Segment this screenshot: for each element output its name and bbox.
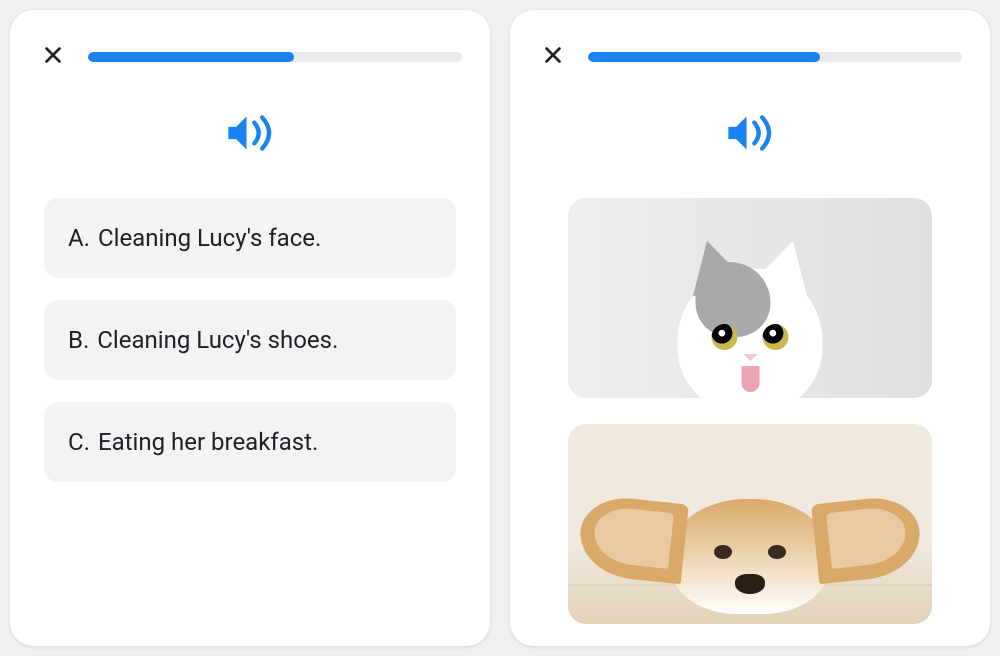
close-icon (542, 44, 564, 70)
option-b[interactable]: B. Cleaning Lucy's shoes. (44, 300, 456, 380)
speaker-icon (224, 112, 276, 158)
dog-icon (670, 499, 830, 614)
close-icon (42, 44, 64, 70)
image-option-list (538, 198, 962, 624)
card-header (38, 42, 462, 72)
progress-fill (588, 52, 820, 62)
quiz-card-image-options (510, 10, 990, 646)
close-button[interactable] (538, 42, 568, 72)
progress-bar (588, 52, 962, 62)
card-header (538, 42, 962, 72)
play-audio-button[interactable] (724, 112, 776, 158)
option-a[interactable]: A. Cleaning Lucy's face. (44, 198, 456, 278)
close-button[interactable] (38, 42, 68, 72)
image-option-cat[interactable] (568, 198, 932, 398)
option-text: Eating her breakfast. (98, 428, 318, 456)
image-option-dog[interactable] (568, 424, 932, 624)
progress-bar (88, 52, 462, 62)
progress-fill (88, 52, 294, 62)
option-prefix: B. (68, 326, 89, 354)
quiz-card-text-options: A. Cleaning Lucy's face. B. Cleaning Luc… (10, 10, 490, 646)
option-text: Cleaning Lucy's shoes. (97, 326, 338, 354)
option-prefix: A. (68, 224, 90, 252)
cat-icon (678, 268, 823, 398)
option-text: Cleaning Lucy's face. (98, 224, 321, 252)
play-audio-button[interactable] (224, 112, 276, 158)
option-c[interactable]: C. Eating her breakfast. (44, 402, 456, 482)
speaker-icon (724, 112, 776, 158)
text-option-list: A. Cleaning Lucy's face. B. Cleaning Luc… (38, 198, 462, 482)
option-prefix: C. (68, 428, 90, 456)
